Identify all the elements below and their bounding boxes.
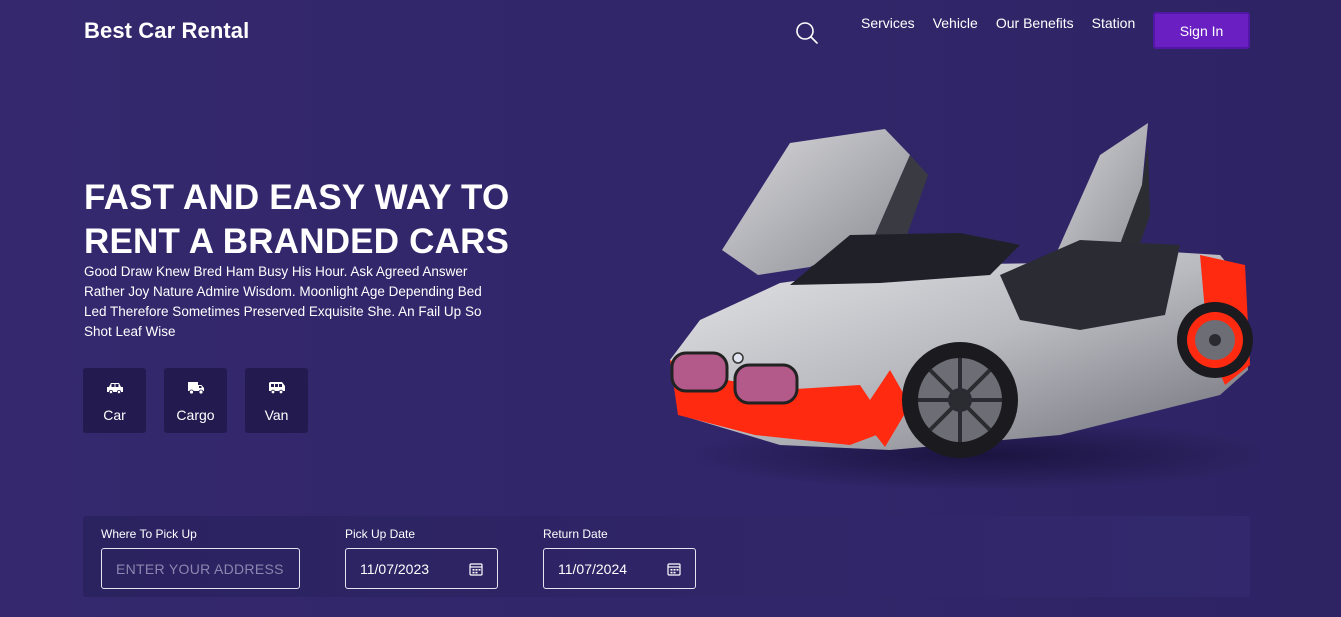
hero-car-image (660, 115, 1280, 495)
pickup-date-box (345, 548, 498, 589)
van-icon (268, 381, 285, 394)
pickup-location-label: Where To Pick Up (101, 527, 197, 541)
brand-logo[interactable]: Best Car Rental (84, 18, 249, 44)
pickup-location-box (101, 548, 300, 589)
return-date-input[interactable] (558, 560, 681, 577)
sign-in-button[interactable]: Sign In (1153, 12, 1250, 49)
vehicle-type-cargo[interactable]: Cargo (164, 368, 227, 433)
nav-link-services[interactable]: Services (861, 15, 915, 31)
return-date-label: Return Date (543, 527, 608, 541)
search-button[interactable] (795, 21, 819, 45)
vehicle-type-van-label: Van (264, 406, 289, 423)
pickup-location-input[interactable] (116, 560, 285, 577)
nav-link-our-benefits[interactable]: Our Benefits (996, 15, 1074, 31)
nav-link-vehicle[interactable]: Vehicle (933, 15, 978, 31)
hero-title-line-2: RENT A BRANDED CARS (84, 222, 510, 261)
booking-form: Where To Pick Up Pick Up Date Return Dat… (83, 516, 1250, 597)
pickup-date-label: Pick Up Date (345, 527, 416, 541)
calendar-icon[interactable] (667, 562, 681, 576)
vehicle-type-selector: Car Cargo Van (83, 368, 308, 433)
pickup-date-input[interactable] (360, 560, 483, 577)
main-nav: Services Vehicle Our Benefits Station (861, 15, 1153, 31)
return-date-field: Return Date (543, 527, 696, 589)
vehicle-type-car-label: Car (103, 406, 126, 423)
calendar-icon[interactable] (469, 562, 483, 576)
vehicle-type-car[interactable]: Car (83, 368, 146, 433)
search-icon (796, 22, 818, 44)
car-icon (106, 382, 123, 394)
hero-title: FAST AND EASY WAY TO RENT A BRANDED CARS (84, 176, 524, 264)
return-date-box (543, 548, 696, 589)
truck-icon (187, 381, 204, 394)
vehicle-type-cargo-label: Cargo (176, 406, 215, 423)
hero-title-line-1: FAST AND EASY WAY TO (84, 178, 510, 217)
pickup-date-field: Pick Up Date (345, 527, 498, 589)
pickup-location-field: Where To Pick Up (101, 527, 300, 589)
hero-description: Good Draw Knew Bred Ham Busy His Hour. A… (84, 264, 482, 339)
vehicle-type-van[interactable]: Van (245, 368, 308, 433)
nav-link-station[interactable]: Station (1092, 15, 1136, 31)
